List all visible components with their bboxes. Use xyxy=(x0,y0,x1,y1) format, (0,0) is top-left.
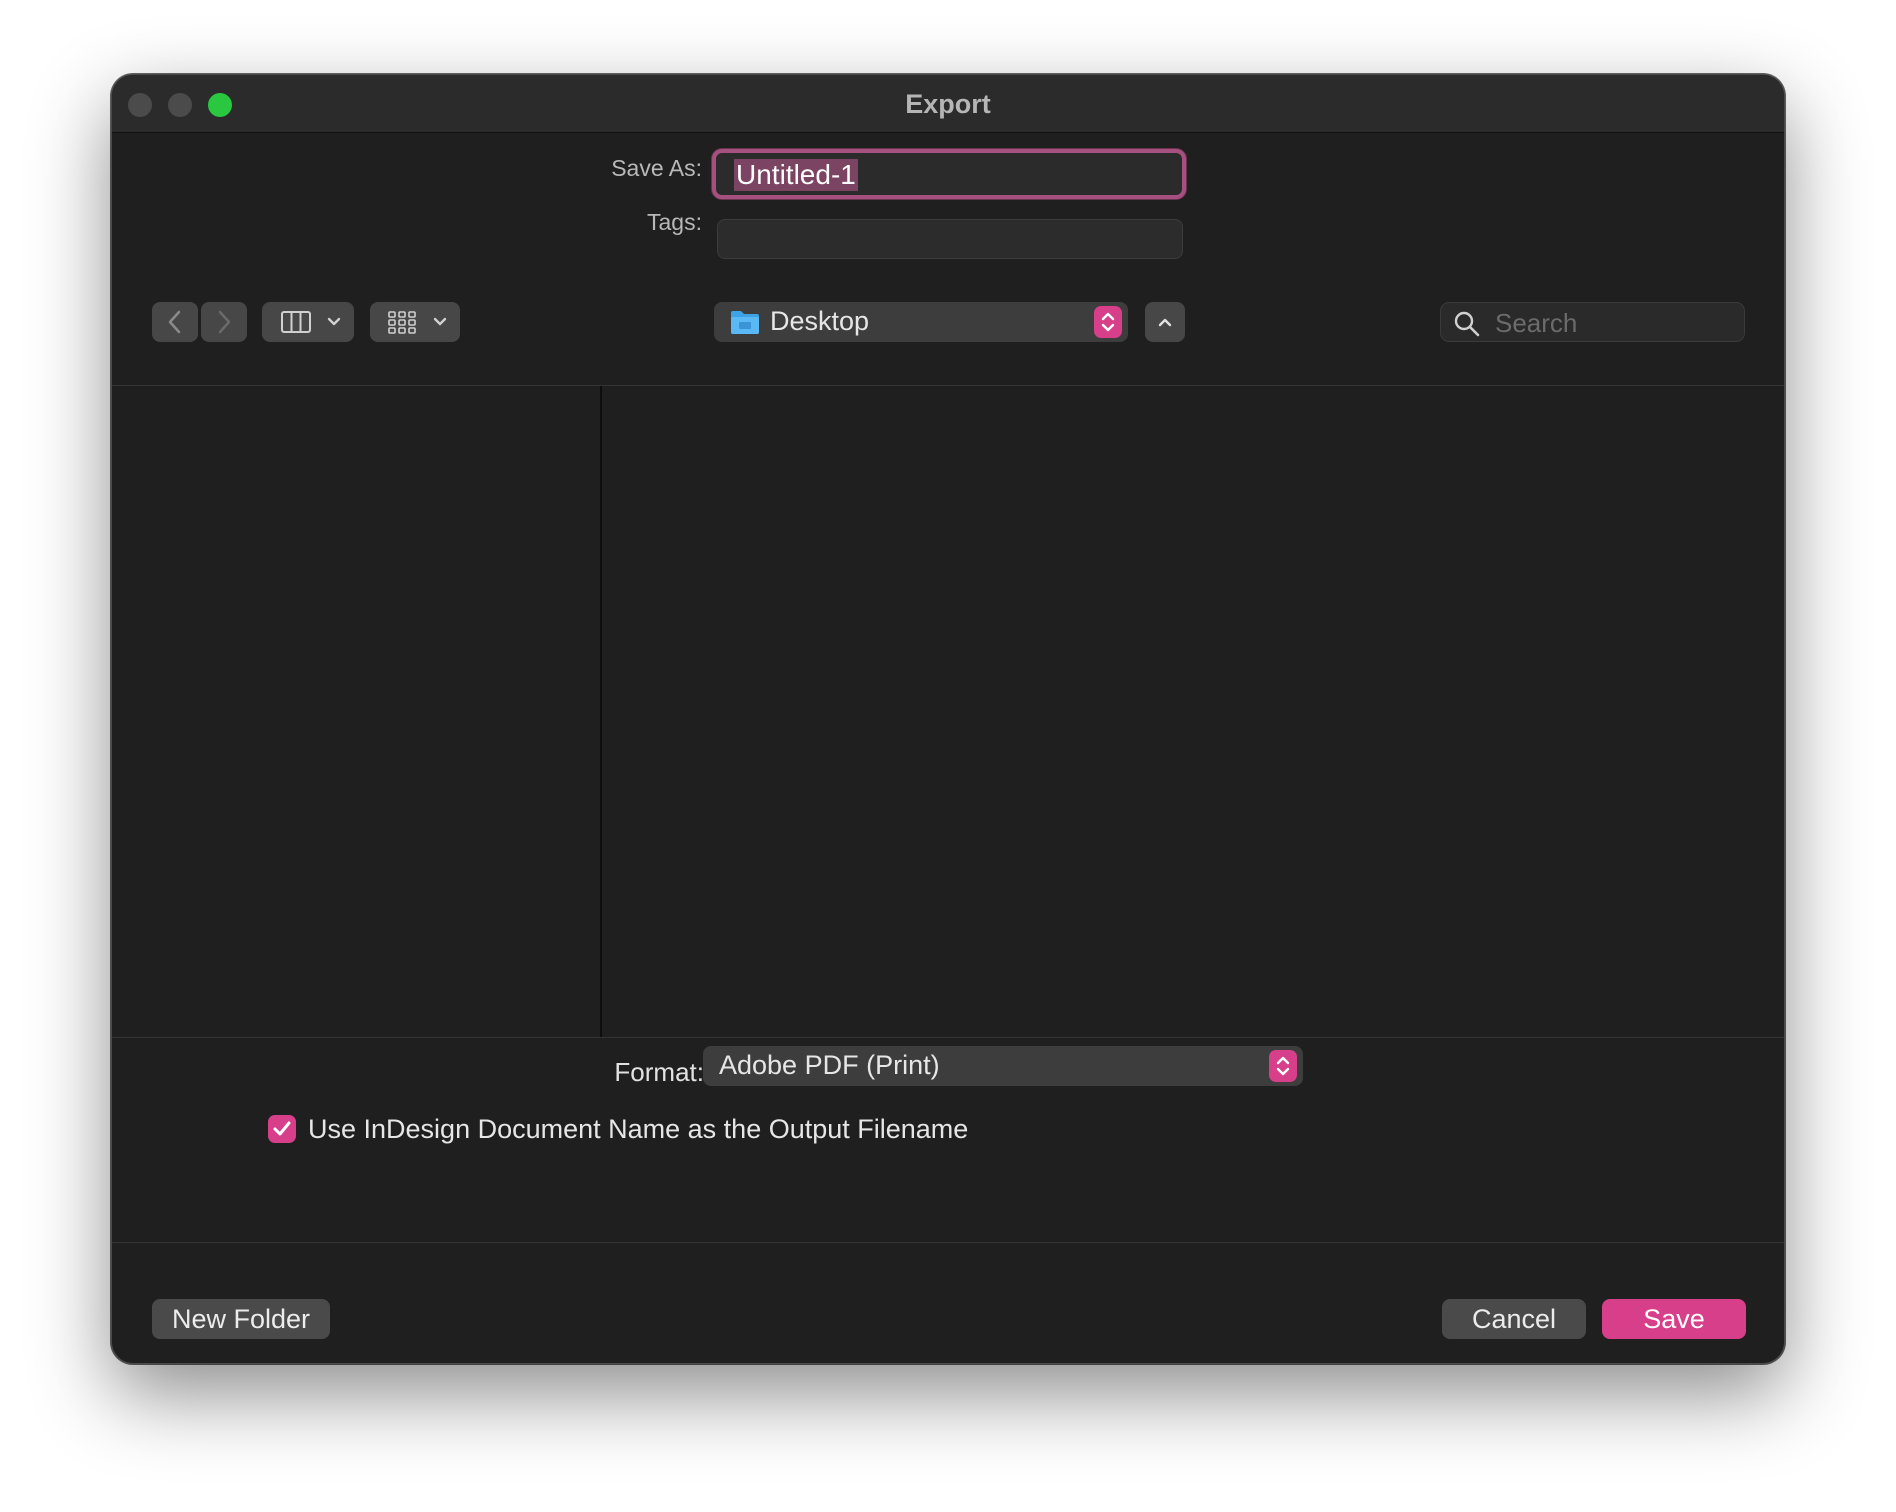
chevron-left-icon xyxy=(168,310,181,334)
tags-label: Tags: xyxy=(647,209,702,235)
format-stepper[interactable] xyxy=(1269,1050,1297,1082)
use-doc-name-checkbox[interactable] xyxy=(268,1115,296,1143)
folder-icon xyxy=(731,311,759,334)
tags-input[interactable] xyxy=(717,219,1183,259)
checkmark-icon xyxy=(273,1121,291,1136)
save-as-input[interactable]: Untitled-1 xyxy=(712,149,1186,199)
search-input[interactable]: Search xyxy=(1440,302,1745,342)
up-down-chevron-icon xyxy=(1101,312,1115,332)
location-stepper[interactable] xyxy=(1094,306,1122,338)
collapse-browser-button[interactable] xyxy=(1145,302,1185,342)
file-browser[interactable] xyxy=(602,386,1784,1037)
window-title: Export xyxy=(905,89,991,119)
search-placeholder: Search xyxy=(1495,308,1578,338)
group-mode-button[interactable] xyxy=(370,302,460,342)
format-value: Adobe PDF (Print) xyxy=(719,1050,940,1080)
location-label: Desktop xyxy=(770,306,870,336)
location-popup[interactable]: Desktop xyxy=(714,302,1128,342)
cancel-button[interactable]: Cancel xyxy=(1442,1299,1586,1339)
format-popup[interactable]: Adobe PDF (Print) xyxy=(703,1046,1303,1086)
chevron-down-icon xyxy=(327,317,341,326)
columns-icon xyxy=(281,311,311,333)
chevron-down-icon xyxy=(433,317,447,326)
title-bar: Export xyxy=(112,75,1784,133)
chevron-right-icon xyxy=(218,310,231,334)
footer-divider xyxy=(112,1242,1784,1243)
grid-icon xyxy=(388,311,416,334)
view-mode-button[interactable] xyxy=(262,302,354,342)
chevron-up-icon xyxy=(1158,318,1172,327)
up-down-chevron-icon xyxy=(1276,1056,1290,1076)
save-as-label: Save As: xyxy=(611,155,702,181)
save-button[interactable]: Save xyxy=(1602,1299,1746,1339)
use-doc-name-label[interactable]: Use InDesign Document Name as the Output… xyxy=(308,1114,968,1145)
format-label: Format: xyxy=(614,1057,704,1087)
export-dialog: Export Save As: Untitled-1 Tags: Desktop… xyxy=(111,74,1785,1364)
forward-button[interactable] xyxy=(201,302,247,342)
search-icon xyxy=(1454,311,1480,337)
new-folder-button[interactable]: New Folder xyxy=(152,1299,330,1339)
accessory-divider xyxy=(112,1037,1784,1038)
back-button[interactable] xyxy=(152,302,198,342)
sidebar xyxy=(112,386,600,1037)
save-as-value: Untitled-1 xyxy=(734,159,858,191)
